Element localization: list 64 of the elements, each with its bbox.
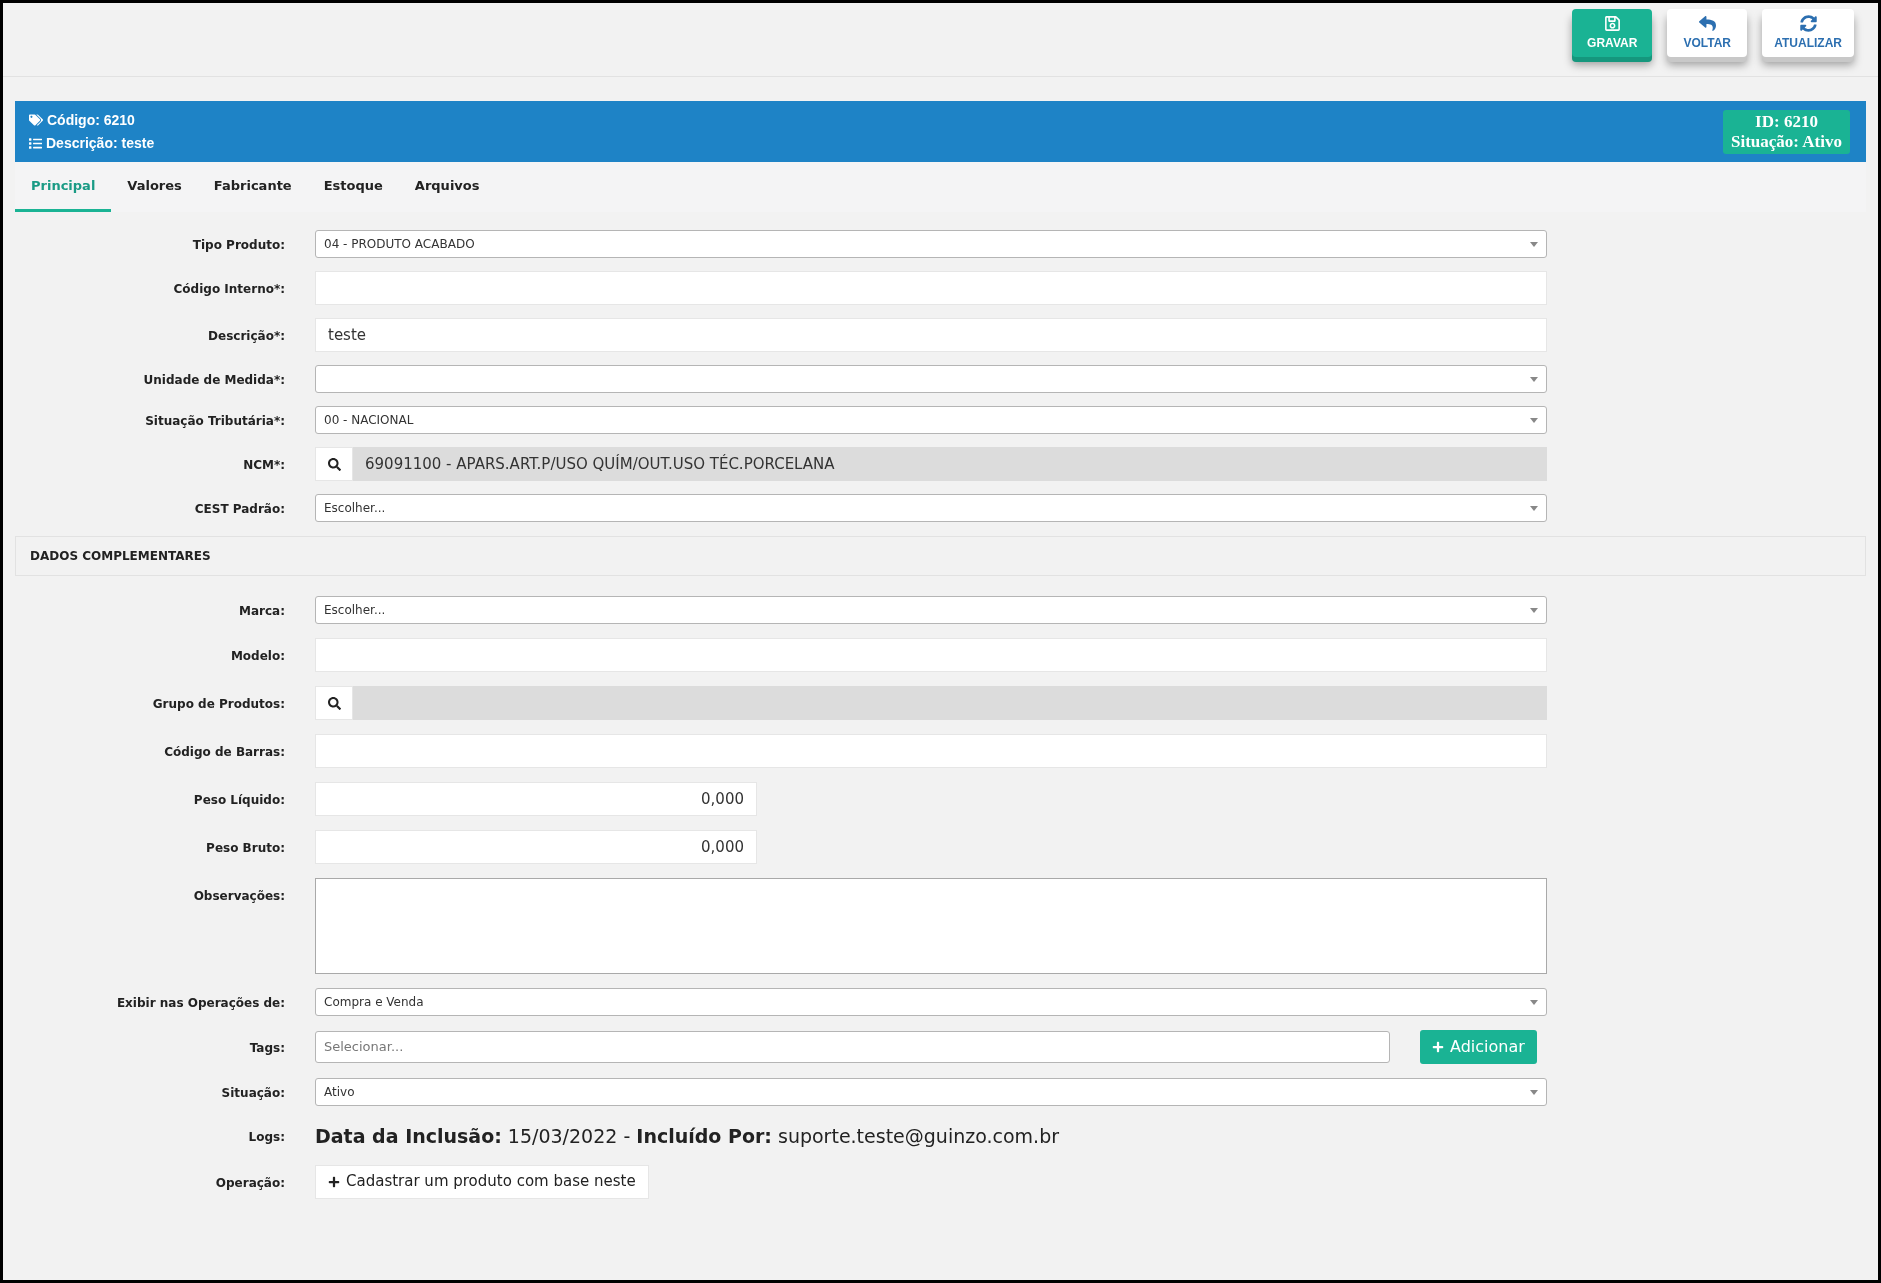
plus-icon xyxy=(1432,1041,1444,1053)
select-field[interactable]: 04 - PRODUTO ACABADO xyxy=(315,230,1547,258)
caret-icon xyxy=(1530,607,1538,613)
field-label: Tipo Produto: xyxy=(192,237,285,254)
field-label: Situação Tributária*: xyxy=(145,413,285,430)
field-label: Código de Barras: xyxy=(164,744,285,761)
textarea-field[interactable] xyxy=(315,878,1547,974)
input-field[interactable]: teste xyxy=(315,318,1547,352)
field-label: Operação: xyxy=(215,1174,285,1192)
field-label: Grupo de Produtos: xyxy=(152,696,285,713)
status-badge: ID: 6210 Situação: Ativo xyxy=(1723,109,1850,154)
tab[interactable]: Fabricante xyxy=(197,162,308,212)
field-label: Descrição*: xyxy=(208,328,285,345)
field-label: Situação: xyxy=(221,1085,285,1102)
reply-icon xyxy=(1698,14,1716,32)
field-label: Logs: xyxy=(248,1129,285,1146)
input-field[interactable] xyxy=(315,734,1547,768)
plus-icon xyxy=(328,1175,340,1188)
field-label: Peso Líquido: xyxy=(193,792,285,809)
input-field[interactable] xyxy=(315,271,1547,305)
input-field[interactable] xyxy=(353,686,1547,720)
field-label: Unidade de Medida*: xyxy=(143,372,285,389)
field-label: Modelo: xyxy=(230,648,285,665)
input-field[interactable]: 69091100 - APARS.ART.P/USO QUÍM/OUT.USO TÉC.PORCELANA xyxy=(353,447,1547,481)
tab[interactable]: Valores xyxy=(111,162,198,212)
select-field[interactable]: Escolher... xyxy=(315,596,1547,624)
tags-field[interactable]: Selecionar... xyxy=(315,1031,1390,1063)
tags-icon xyxy=(29,113,43,127)
list-icon xyxy=(29,136,42,150)
tab[interactable]: Arquivos xyxy=(398,162,496,212)
section-header: DADOS COMPLEMENTARES xyxy=(15,536,1866,576)
field-label: CEST Padrão: xyxy=(194,501,285,518)
refresh-icon xyxy=(1799,14,1817,32)
input-field[interactable]: 0,000 xyxy=(315,782,757,816)
field-label: Exibir nas Operações de: xyxy=(116,995,285,1012)
search-button[interactable] xyxy=(315,447,353,481)
search-icon xyxy=(327,696,341,710)
caret-icon xyxy=(1530,1089,1538,1095)
select-field[interactable]: Escolher... xyxy=(315,494,1547,522)
select-field[interactable]: 00 - NACIONAL xyxy=(315,406,1547,434)
field-label: Código Interno*: xyxy=(173,281,285,298)
tab[interactable]: Estoque xyxy=(307,162,399,212)
search-button[interactable] xyxy=(315,686,353,720)
field-label: Tags: xyxy=(249,1040,285,1057)
field-label: NCM*: xyxy=(243,457,285,474)
select-field[interactable]: Ativo xyxy=(315,1078,1547,1106)
search-icon xyxy=(327,457,341,471)
save-icon xyxy=(1603,14,1621,32)
field-label: Observações: xyxy=(193,888,285,905)
create-based-button[interactable]: Cadastrar um produto com base neste xyxy=(315,1164,649,1199)
input-field[interactable]: 0,000 xyxy=(315,830,757,864)
caret-icon xyxy=(1530,505,1538,511)
caret-icon xyxy=(1530,376,1538,382)
product-description: Descrição: teste xyxy=(46,133,155,153)
select-field[interactable]: Compra e Venda xyxy=(315,988,1547,1016)
product-code: Código: 6210 xyxy=(47,110,135,130)
caret-icon xyxy=(1530,417,1538,423)
select-field[interactable] xyxy=(315,365,1547,393)
input-field[interactable] xyxy=(315,638,1547,672)
logs-text: Data da Inclusão: 15/03/2022 - Incluído Por: suporte.teste@guinzo.com.br xyxy=(315,1124,1059,1149)
caret-icon xyxy=(1530,999,1538,1005)
field-label: Peso Bruto: xyxy=(206,840,285,857)
field-label: Marca: xyxy=(239,603,285,620)
caret-icon xyxy=(1530,241,1538,247)
